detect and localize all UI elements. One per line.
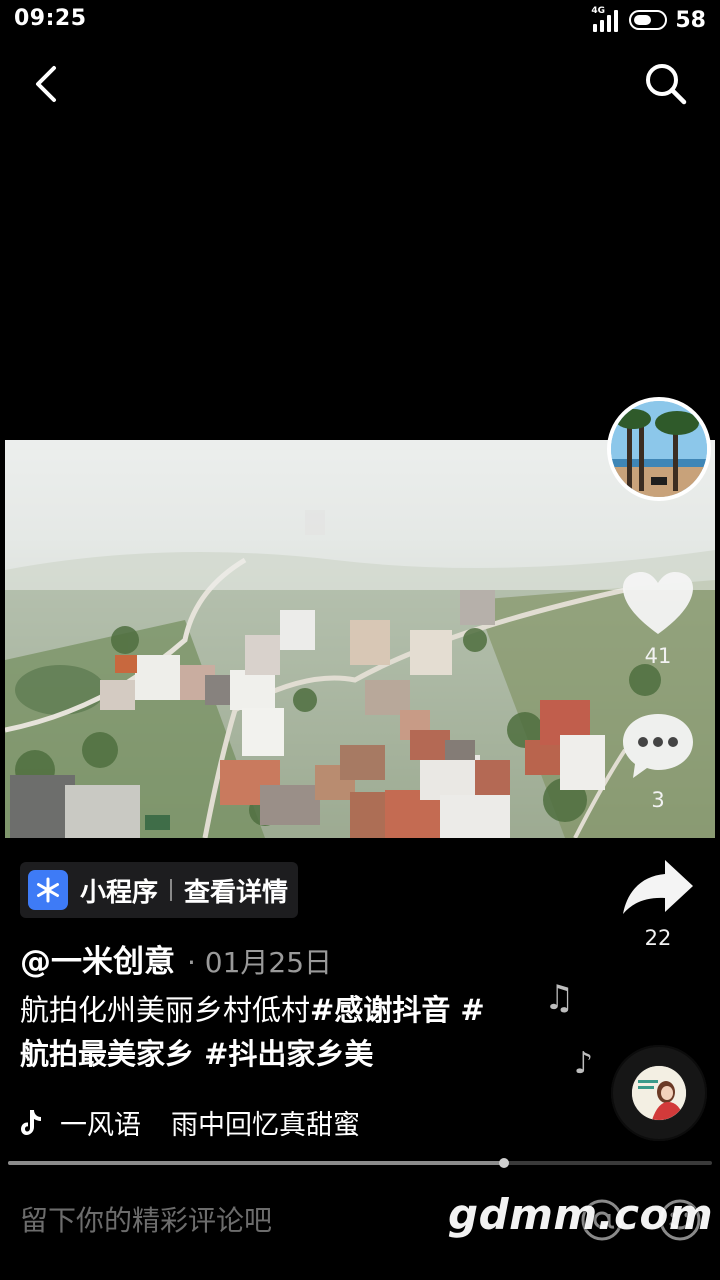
tiktok-music-icon — [21, 1110, 41, 1135]
music-note-icon: ♫ — [544, 978, 575, 1018]
mini-program-icon — [28, 870, 68, 910]
hashtag-thanks[interactable]: #感谢抖音 — [310, 993, 450, 1027]
hashtag-spacer — [194, 1037, 204, 1071]
status-indicators: 4G 58 — [591, 6, 706, 34]
status-bar: 09:25 4G 58 — [0, 0, 720, 40]
video-frame-image — [5, 440, 715, 838]
author-name[interactable]: @一米创意 — [20, 936, 175, 981]
music-note-small-icon: ♪ — [574, 1046, 594, 1081]
music-artist: 一风语 — [60, 1109, 141, 1141]
search-icon — [646, 64, 687, 105]
share-arrow-icon — [623, 860, 693, 914]
network-type: 4G — [591, 6, 606, 16]
like-button[interactable]: 41 — [610, 570, 706, 668]
music-disc[interactable] — [611, 1045, 707, 1141]
hashtag-hometown[interactable]: 航拍最美家乡 — [20, 1037, 194, 1071]
back-button[interactable] — [24, 60, 72, 108]
cellular-signal-icon: 4G — [591, 6, 621, 32]
post-date: · 01月25日 — [187, 946, 333, 979]
mini-program-label: 小程序 — [80, 877, 159, 908]
heart-icon — [623, 572, 693, 634]
author-line: @一米创意 · 01月25日 — [20, 936, 333, 981]
video-detail-screen: 09:25 4G 58 41 3 22 小程序 查看详情 @一米创意 · 01月… — [0, 0, 720, 1280]
comment-count: 3 — [651, 788, 665, 812]
description-text: 航拍化州美丽乡村低村 — [20, 993, 311, 1027]
progress-fill — [8, 1161, 505, 1165]
chip-divider — [170, 879, 173, 901]
comment-bubble-icon — [623, 714, 693, 778]
playback-progress-bar[interactable] — [8, 1158, 712, 1168]
avatar-image — [611, 401, 707, 497]
comment-input[interactable] — [20, 1196, 440, 1244]
music-cover-image — [632, 1066, 686, 1120]
share-button[interactable]: 22 — [610, 858, 706, 950]
search-button[interactable] — [642, 60, 690, 108]
video-description: 航拍化州美丽乡村低村#感谢抖音 # 航拍最美家乡 #抖出家乡美 — [20, 988, 520, 1076]
share-count: 22 — [644, 926, 672, 950]
battery-percent: 58 — [675, 7, 706, 33]
status-time: 09:25 — [14, 6, 87, 31]
hashtag-dou[interactable]: #抖出家乡美 — [204, 1037, 373, 1071]
like-count: 41 — [644, 644, 672, 668]
hashtag-marker[interactable]: # — [450, 993, 484, 1027]
music-title: 雨中回忆真甜蜜 — [171, 1109, 360, 1141]
comment-button[interactable]: 3 — [610, 712, 706, 812]
music-info[interactable]: 一风语 雨中回忆真甜蜜 — [20, 1102, 360, 1142]
video-player[interactable] — [5, 440, 715, 838]
back-arrow-icon — [36, 66, 56, 102]
author-avatar[interactable] — [607, 397, 711, 501]
progress-handle[interactable] — [499, 1158, 510, 1168]
battery-icon — [629, 10, 668, 30]
site-watermark: gdmm.com — [448, 1190, 714, 1239]
view-details-link[interactable]: 查看详情 — [184, 872, 288, 909]
mini-program-chip[interactable]: 小程序 查看详情 — [20, 862, 299, 918]
